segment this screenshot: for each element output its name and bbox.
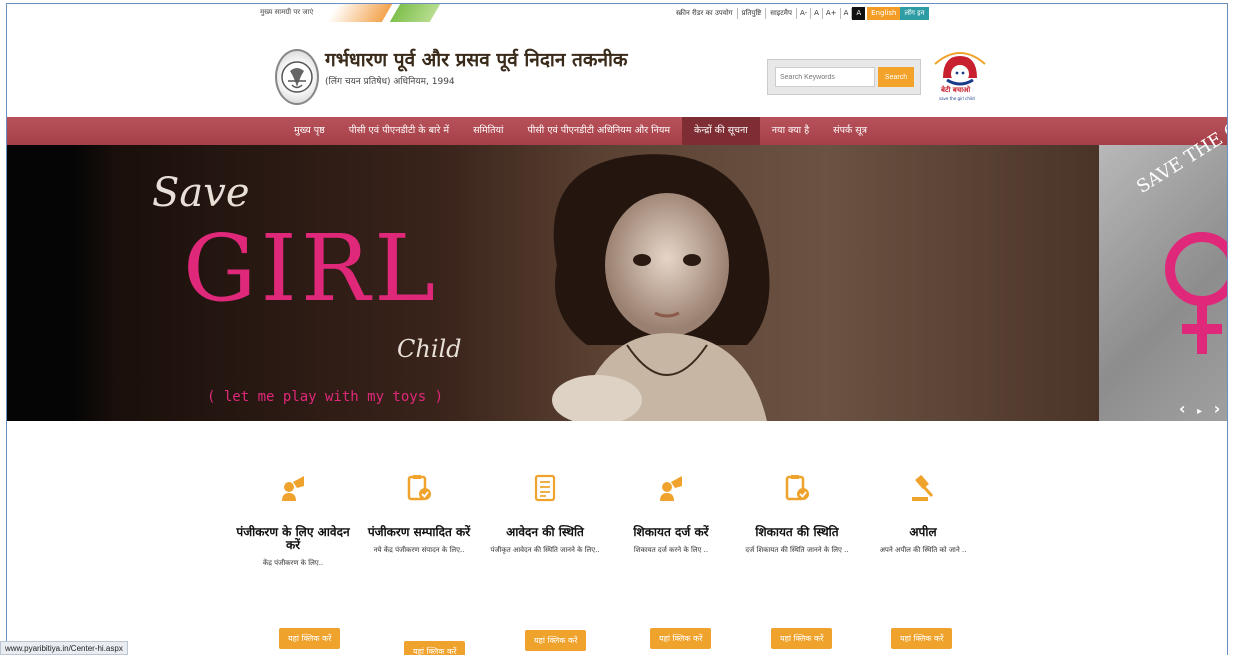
main-navigation: मुख्य पृष्ठ पीसी एवं पीएनडीटी के बारे मे…	[7, 117, 1227, 145]
login-button[interactable]: लॉग इन	[900, 7, 929, 20]
card-title: आवेदन की स्थिति	[506, 525, 584, 539]
banner-tagline: ( let me play with my toys )	[207, 389, 444, 405]
child-photo	[552, 154, 770, 421]
nav-committees[interactable]: समितियां	[461, 117, 515, 145]
card-description: पंजीकृत आवेदन की स्थिति जानने के लिए..	[490, 546, 600, 554]
site-title: गर्भधारण पूर्व और प्रसव पूर्व निदान तकनी…	[325, 49, 628, 71]
decorative-stripe-orange	[326, 4, 393, 22]
nav-contact[interactable]: संपर्क सूत्र	[821, 117, 879, 145]
nav-about-pcpndt[interactable]: पीसी एवं पीएनडीटी के बारे में	[337, 117, 461, 145]
nav-whats-new[interactable]: नया क्या है	[760, 117, 821, 145]
screen-reader-link[interactable]: स्क्रीन रीडर का उपयोग	[672, 8, 738, 19]
card-description: दर्ज शिकायत की स्थिति जानने के लिए ..	[745, 546, 849, 554]
contrast-dark-button[interactable]: A	[852, 7, 866, 20]
language-english-button[interactable]: English	[867, 7, 901, 20]
font-increase-button[interactable]: A+	[823, 8, 841, 19]
card-title: अपील	[909, 525, 937, 539]
nav-home[interactable]: मुख्य पृष्ठ	[282, 117, 337, 145]
user-complaint-icon	[660, 476, 682, 501]
emblem-icon	[281, 61, 313, 93]
card-title: पंजीकरण के लिए आवेदन करें	[236, 525, 350, 552]
service-card-appeal: अपील अपने अपील की स्थिति को जाने ..	[863, 474, 983, 555]
card-title: शिकायत दर्ज करें	[633, 525, 709, 539]
service-card-file-complaint: शिकायत दर्ज करें शिकायत दर्ज करने के लिए…	[611, 474, 731, 555]
browser-page: मुख्य सामग्री पर जाएं स्क्रीन रीडर का उप…	[6, 3, 1228, 655]
card-description: केंद्र पंजीकरण के लिए..	[262, 559, 324, 567]
font-normal-button[interactable]: A	[811, 8, 823, 19]
banner-girl-text: GIRL	[183, 215, 440, 322]
font-decrease-button[interactable]: A-	[797, 8, 812, 19]
gavel-icon	[912, 474, 934, 501]
banner-child-text: Child	[397, 335, 462, 363]
card-title: शिकायत की स्थिति	[755, 525, 839, 539]
site-subtitle: (लिंग चयन प्रतिषेध) अधिनियम, 1994	[325, 77, 455, 87]
skip-to-content-link[interactable]: मुख्य सामग्री पर जाएं	[260, 8, 313, 17]
service-card-apply-registration: पंजीकरण के लिए आवेदन करें केंद्र पंजीकरण…	[233, 474, 353, 568]
service-card-complaint-status: शिकायत की स्थिति दर्ज शिकायत की स्थिति ज…	[737, 474, 857, 555]
slider-prev-icon[interactable]: ‹	[1179, 399, 1186, 418]
card-description: शिकायत दर्ज करने के लिए ..	[633, 546, 709, 554]
utility-links: स्क्रीन रीडर का उपयोग प्रतिपुष्टि साइटमै…	[672, 7, 929, 20]
utility-bar: मुख्य सामग्री पर जाएं स्क्रीन रीडर का उप…	[7, 4, 1227, 30]
slider-next-icon[interactable]: ›	[1214, 399, 1221, 418]
application-status-button[interactable]: यहां क्लिक करें	[525, 630, 587, 651]
beti-bachao-logo: बेटी बचाओ save the girl child	[929, 44, 991, 106]
file-complaint-button[interactable]: यहां क्लिक करें	[650, 628, 712, 649]
logo-subtext: save the girl child	[939, 96, 975, 101]
search-form: Search	[767, 59, 921, 95]
search-input[interactable]	[775, 67, 875, 87]
appeal-button[interactable]: यहां क्लिक करें	[891, 628, 953, 649]
up-government-emblem	[275, 49, 319, 105]
apply-registration-button[interactable]: यहां क्लिक करें	[279, 628, 341, 649]
card-description: नये केंद्र पंजीकरण संपादन के लिए..	[373, 546, 465, 554]
browser-status-bar: www.pyaribitiya.in/Center-hi.aspx	[0, 641, 128, 655]
clipboard-check-icon	[407, 475, 431, 501]
logo-text: बेटी बचाओ	[941, 86, 971, 94]
user-apply-icon	[282, 476, 304, 501]
contrast-normal-button[interactable]: A	[841, 8, 853, 19]
clipboard-check-icon	[785, 475, 809, 501]
slider-play-icon[interactable]: ▸	[1197, 406, 1202, 417]
banner-save-text: Save	[152, 170, 250, 216]
search-button[interactable]: Search	[878, 67, 914, 87]
venus-symbol-icon	[1165, 232, 1227, 354]
service-card-application-status: आवेदन की स्थिति पंजीकृत आवेदन की स्थिति …	[485, 474, 605, 555]
sitemap-link[interactable]: साइटमैप	[766, 8, 797, 19]
decorative-stripe-green	[389, 4, 441, 22]
document-list-icon	[534, 474, 556, 502]
card-description: अपने अपील की स्थिति को जाने ..	[879, 546, 967, 554]
complaint-status-button[interactable]: यहां क्लिक करें	[771, 628, 833, 649]
nav-act-and-rules[interactable]: पीसी एवं पीएनडीटी अधिनियम और नियम	[515, 117, 682, 145]
edit-registration-button[interactable]: यहां क्लिक करें	[404, 641, 466, 655]
service-card-edit-registration: पंजीकरण सम्पादित करें नये केंद्र पंजीकरण…	[359, 474, 479, 555]
feedback-link[interactable]: प्रतिपुष्टि	[738, 8, 767, 19]
card-title: पंजीकरण सम्पादित करें	[367, 525, 471, 539]
slider-controls: ‹ ▸ ›	[1179, 399, 1220, 418]
nav-centre-info[interactable]: केन्द्रों की सूचना	[682, 117, 760, 145]
banner-slide[interactable]: Save GIRL Child ( let me play with my to…	[7, 145, 1099, 421]
